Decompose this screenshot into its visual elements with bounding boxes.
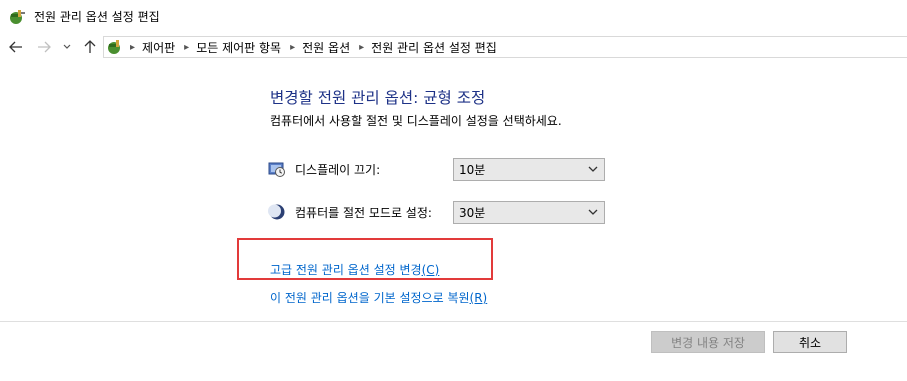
recent-locations-button[interactable] — [60, 37, 74, 57]
page-description: 컴퓨터에서 사용할 절전 및 디스플레이 설정을 선택하세요. — [270, 114, 562, 128]
navigation-bar: ▸ 제어판 ▸ 모든 제어판 항목 ▸ 전원 옵션 ▸ 전원 관리 옵션 설정 … — [0, 34, 907, 60]
restore-defaults-link-text: 이 전원 관리 옵션을 기본 설정으로 복원 — [270, 291, 470, 305]
up-button[interactable] — [80, 37, 100, 57]
display-off-select[interactable]: 10분 — [453, 158, 605, 181]
control-panel-icon — [108, 40, 120, 54]
window-title: 전원 관리 옵션 설정 편집 — [34, 10, 160, 24]
sleep-value: 30분 — [459, 206, 486, 220]
advanced-settings-link-text: 고급 전원 관리 옵션 설정 변경 — [270, 263, 422, 277]
breadcrumb-separator-icon: ▸ — [359, 41, 365, 53]
breadcrumb-separator-icon: ▸ — [130, 41, 136, 53]
breadcrumb-all-items[interactable]: 모든 제어판 항목 — [196, 39, 281, 56]
sleep-label: 컴퓨터를 절전 모드로 설정: — [295, 206, 432, 220]
display-off-value: 10분 — [459, 163, 486, 177]
address-bar[interactable]: ▸ 제어판 ▸ 모든 제어판 항목 ▸ 전원 옵션 ▸ 전원 관리 옵션 설정 … — [103, 36, 907, 58]
forward-button[interactable] — [34, 37, 54, 57]
title-bar: 전원 관리 옵션 설정 편집 — [0, 0, 907, 32]
chevron-down-icon — [588, 166, 598, 172]
save-changes-button[interactable]: 변경 내용 저장 — [651, 331, 765, 353]
chevron-down-icon — [63, 44, 71, 49]
sleep-select[interactable]: 30분 — [453, 201, 605, 224]
arrow-right-icon — [38, 41, 51, 53]
advanced-settings-link[interactable]: 고급 전원 관리 옵션 설정 변경(C) — [270, 261, 439, 278]
breadcrumb-separator-icon: ▸ — [290, 41, 296, 53]
display-off-label: 디스플레이 끄기: — [295, 163, 381, 177]
breadcrumb-edit-plan[interactable]: 전원 관리 옵션 설정 편집 — [371, 39, 497, 56]
cancel-button[interactable]: 취소 — [773, 331, 847, 353]
page-title: 변경할 전원 관리 옵션: 균형 조정 — [270, 89, 486, 107]
arrow-left-icon — [9, 41, 22, 53]
restore-defaults-link[interactable]: 이 전원 관리 옵션을 기본 설정으로 복원(R) — [270, 289, 487, 306]
restore-defaults-link-accel: (R) — [469, 291, 488, 305]
arrow-up-icon — [84, 40, 96, 53]
monitor-clock-icon — [268, 162, 285, 177]
breadcrumb-separator-icon: ▸ — [184, 41, 190, 53]
back-button[interactable] — [6, 37, 26, 57]
advanced-settings-link-accel: (C) — [421, 263, 440, 277]
power-options-icon — [10, 10, 25, 24]
moon-icon — [268, 204, 285, 220]
chevron-down-icon — [588, 209, 598, 215]
breadcrumb-control-panel[interactable]: 제어판 — [142, 39, 175, 56]
footer-divider — [0, 321, 907, 322]
breadcrumb-power-options[interactable]: 전원 옵션 — [302, 39, 350, 56]
